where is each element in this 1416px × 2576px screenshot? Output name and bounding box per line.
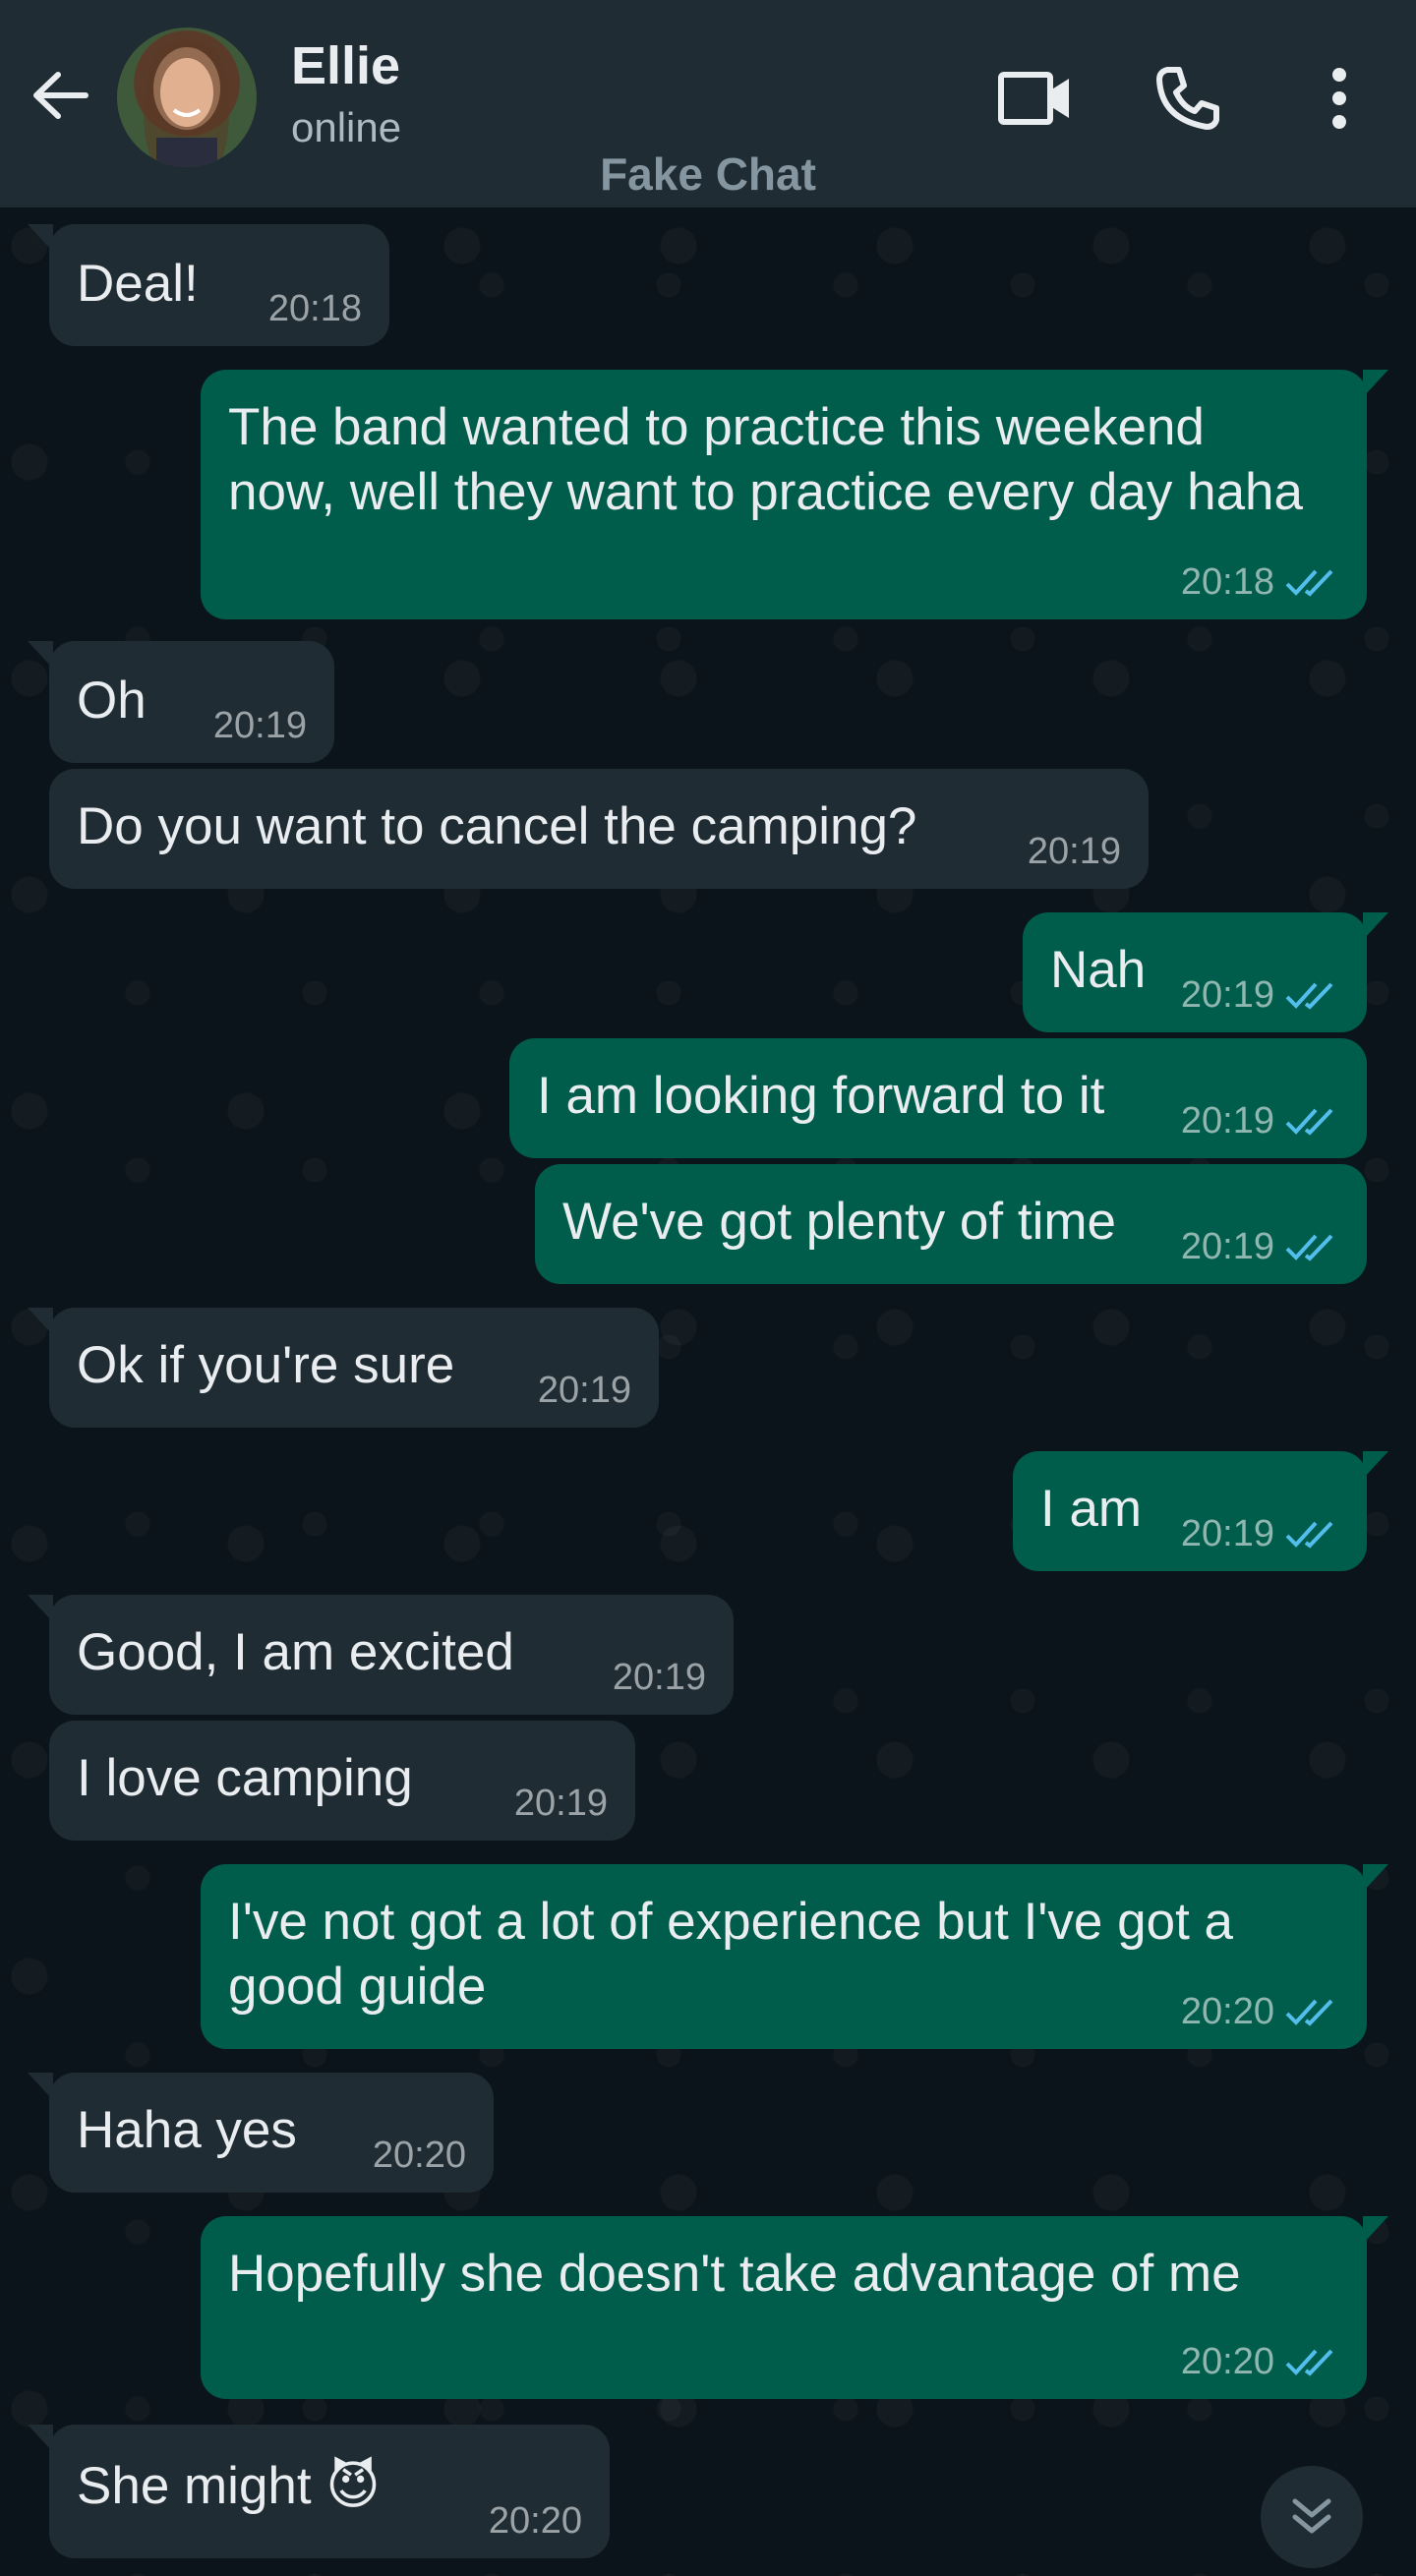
message-meta: 20:19 (538, 1371, 631, 1410)
message-time: 20:19 (513, 1783, 608, 1824)
read-receipt-icon (1285, 982, 1333, 1010)
message-time: 20:20 (1180, 2341, 1274, 2382)
message-meta: 20:19 (1181, 1101, 1339, 1141)
message-incoming[interactable]: Oh 20:19 (28, 641, 334, 763)
back-arrow-icon[interactable] (26, 61, 94, 130)
message-meta: 20:19 (613, 1658, 706, 1697)
message-incoming[interactable]: Deal! 20:18 (28, 224, 389, 346)
message-text: Do you want to cancel the camping? (77, 797, 917, 855)
message-time: 20:20 (372, 2135, 466, 2176)
message-time: 20:19 (1180, 1226, 1274, 1267)
message-incoming[interactable]: I love camping 20:19 (49, 1721, 635, 1841)
message-outgoing[interactable]: Nah 20:19 (1023, 912, 1388, 1032)
read-receipt-icon (1285, 1999, 1333, 2026)
contact-name[interactable]: Ellie (291, 35, 400, 96)
message-incoming[interactable]: Haha yes 20:20 (28, 2073, 494, 2193)
message-meta: 20:20 (1181, 1992, 1339, 2031)
message-meta: 20:20 (1181, 2342, 1339, 2381)
message-time: 20:20 (488, 2500, 582, 2542)
message-meta: 20:19 (1028, 832, 1121, 871)
message-time: 20:19 (612, 1657, 706, 1698)
message-outgoing[interactable]: I am looking forward to it 20:19 (509, 1038, 1367, 1158)
avatar[interactable] (117, 28, 257, 167)
message-meta: 20:19 (1181, 1227, 1339, 1266)
message-time: 20:19 (1180, 974, 1274, 1016)
phone-icon[interactable] (1149, 61, 1227, 136)
message-time: 20:18 (1180, 561, 1274, 603)
double-chevron-down-icon (1292, 2498, 1331, 2534)
message-time: 20:19 (1027, 831, 1121, 872)
message-outgoing[interactable]: The band wanted to practice this weekend… (201, 370, 1388, 619)
message-outgoing[interactable]: I've not got a lot of experience but I'v… (201, 1864, 1388, 2049)
message-meta: 20:18 (268, 289, 362, 328)
message-text: Hopefully she doesn't take advantage of … (228, 2245, 1241, 2303)
message-time: 20:19 (537, 1370, 631, 1411)
message-meta: 20:19 (514, 1784, 608, 1823)
contact-status: online (291, 104, 402, 150)
read-receipt-icon (1285, 1108, 1333, 1136)
message-meta: 20:18 (1181, 562, 1339, 602)
message-meta: 20:20 (373, 2136, 466, 2175)
message-time: 20:18 (267, 288, 362, 329)
message-incoming[interactable]: She might 😈 20:20 (28, 2425, 610, 2558)
video-call-icon[interactable] (996, 61, 1075, 136)
message-meta: 20:19 (1181, 975, 1339, 1015)
scroll-to-bottom-button[interactable] (1261, 2466, 1363, 2568)
read-receipt-icon (1285, 1521, 1333, 1549)
read-receipt-icon (1285, 2349, 1333, 2376)
message-time: 20:20 (1180, 1991, 1274, 2032)
message-outgoing[interactable]: I am 20:19 (1013, 1451, 1388, 1571)
fake-chat-watermark: Fake Chat (600, 148, 816, 200)
message-time: 20:19 (1180, 1100, 1274, 1142)
message-text: The band wanted to practice this weekend… (228, 398, 1303, 521)
message-meta: 20:19 (1181, 1514, 1339, 1553)
message-incoming[interactable]: Do you want to cancel the camping? 20:19 (49, 769, 1149, 889)
message-outgoing[interactable]: Hopefully she doesn't take advantage of … (201, 2216, 1388, 2399)
message-time: 20:19 (1180, 1513, 1274, 1554)
read-receipt-icon (1285, 569, 1333, 597)
message-incoming[interactable]: Good, I am excited 20:19 (28, 1595, 734, 1715)
message-meta: 20:20 (489, 2501, 582, 2541)
more-options-icon[interactable] (1300, 61, 1379, 136)
message-meta: 20:19 (213, 706, 307, 745)
read-receipt-icon (1285, 1234, 1333, 1261)
message-incoming[interactable]: Ok if you're sure 20:19 (28, 1308, 659, 1428)
message-time: 20:19 (212, 705, 307, 746)
message-outgoing[interactable]: We've got plenty of time 20:19 (535, 1164, 1367, 1284)
message-text: I've not got a lot of experience but I'v… (228, 1893, 1234, 2016)
